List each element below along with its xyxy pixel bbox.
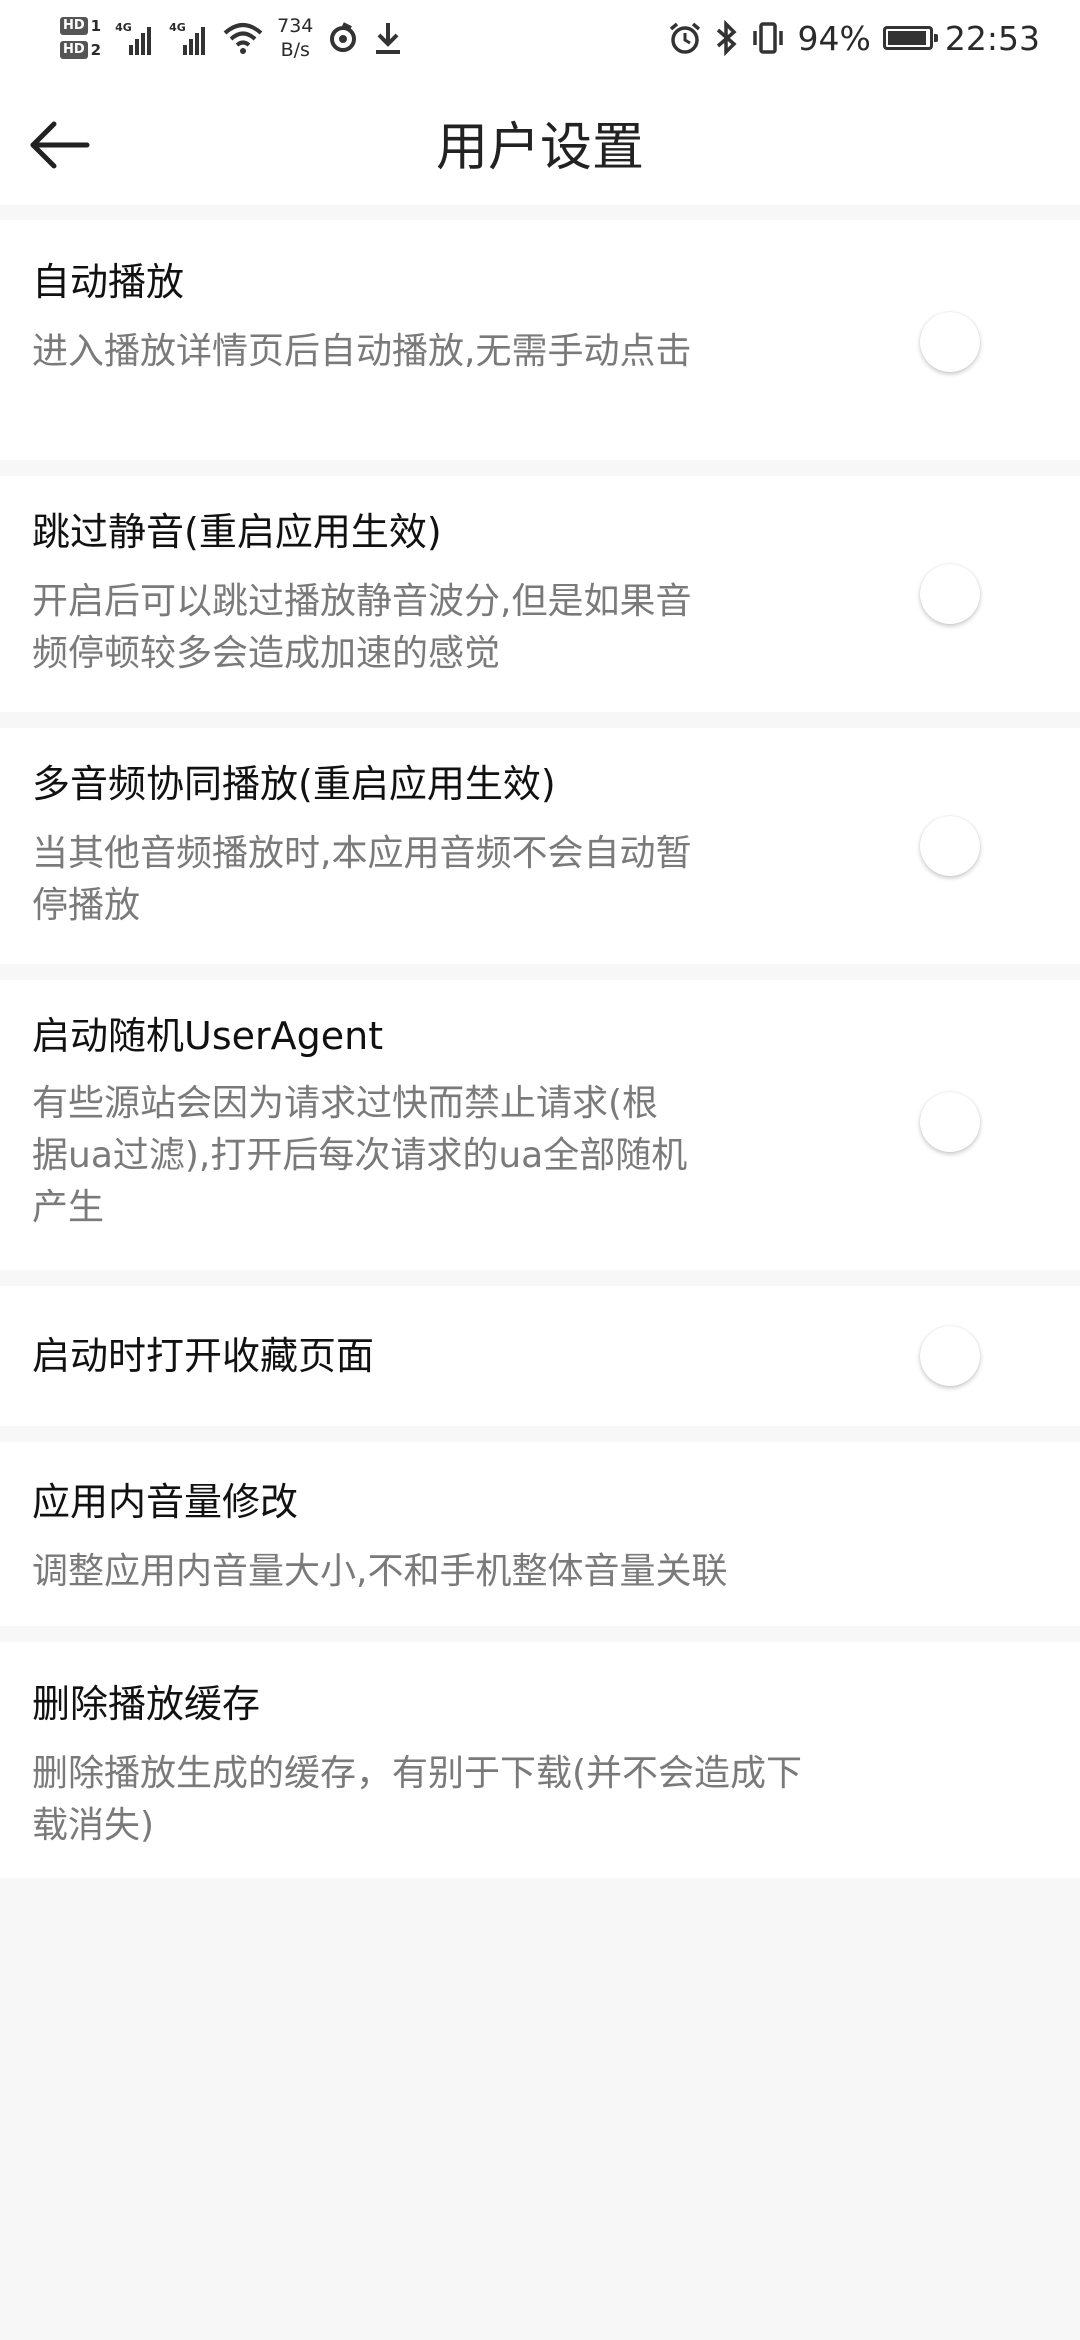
setting-description: 调整应用内音量大小,不和手机整体音量关联 [32, 1551, 728, 1592]
signal-2-icon: 4G [169, 21, 209, 55]
clock: 22:53 [944, 18, 1040, 58]
setting-random-useragent[interactable]: 启动随机UserAgent 有些源站会因为请求过快而禁止请求(根据ua过滤),打… [0, 980, 1080, 1270]
random-useragent-toggle[interactable] [920, 1092, 980, 1152]
hd2-badge: HD 2 [60, 41, 101, 59]
setting-multi-audio[interactable]: 多音频协同播放(重启应用生效) 当其他音频播放时,本应用音频不会自动暂停播放 [0, 728, 1080, 964]
download-icon [376, 23, 401, 54]
hd1-badge: HD 1 [60, 17, 101, 35]
sync-icon [330, 22, 357, 52]
setting-title: 删除播放缓存 [32, 1682, 261, 1726]
setting-title: 应用内音量修改 [32, 1480, 299, 1524]
bluetooth-icon [716, 20, 737, 56]
multi-audio-toggle[interactable] [920, 816, 980, 876]
hd-indicators: HD 1 HD 2 [60, 17, 101, 59]
wifi-icon [223, 23, 263, 54]
setting-description: 开启后可以跳过播放静音波分,但是如果音频停顿较多会造成加速的感觉 [32, 581, 692, 674]
battery-fill [887, 31, 926, 45]
alarm-icon [669, 22, 700, 54]
page-title: 用户设置 [435, 118, 644, 178]
open-favorites-toggle[interactable] [920, 1326, 980, 1386]
setting-app-volume[interactable]: 应用内音量修改 调整应用内音量大小,不和手机整体音量关联 [0, 1442, 1080, 1626]
status-bar-left: HD 1 HD 2 4G 4G 734 B/s [60, 8, 403, 68]
setting-delete-cache[interactable]: 删除播放缓存 删除播放生成的缓存，有别于下载(并不会造成下载消失) [0, 1642, 1080, 1878]
status-bar-right: 94% 22:53 [668, 8, 1040, 68]
setting-description: 进入播放详情页后自动播放,无需手动点击 [32, 331, 692, 372]
status-bar: HD 1 HD 2 4G 4G 734 B/s 94% 22:53 [0, 0, 1080, 75]
autoplay-toggle[interactable] [920, 312, 980, 372]
app-header: 用户设置 [0, 75, 1080, 205]
setting-title: 多音频协同播放(重启应用生效) [32, 762, 556, 806]
battery-percent: 94% [797, 18, 871, 58]
network-speed: 734 B/s [277, 15, 314, 61]
setting-description: 当其他音频播放时,本应用音频不会自动暂停播放 [32, 833, 692, 926]
setting-title: 跳过静音(重启应用生效) [32, 510, 442, 554]
setting-skip-silence[interactable]: 跳过静音(重启应用生效) 开启后可以跳过播放静音波分,但是如果音频停顿较多会造成… [0, 476, 1080, 712]
setting-title: 自动播放 [32, 260, 185, 304]
vibrate-icon [752, 22, 783, 54]
setting-title: 启动随机UserAgent [32, 1014, 384, 1058]
signal-1-icon: 4G [115, 21, 155, 55]
settings-list: 自动播放 进入播放详情页后自动播放,无需手动点击 跳过静音(重启应用生效) 开启… [0, 220, 1080, 1894]
battery-icon [882, 26, 938, 50]
setting-open-favorites[interactable]: 启动时打开收藏页面 [0, 1286, 1080, 1426]
setting-title: 启动时打开收藏页面 [32, 1334, 375, 1378]
setting-description: 有些源站会因为请求过快而禁止请求(根据ua过滤),打开后每次请求的ua全部随机产… [32, 1083, 688, 1228]
setting-autoplay[interactable]: 自动播放 进入播放详情页后自动播放,无需手动点击 [0, 220, 1080, 460]
setting-description: 删除播放生成的缓存，有别于下载(并不会造成下载消失) [32, 1753, 803, 1846]
skip-silence-toggle[interactable] [920, 564, 980, 624]
